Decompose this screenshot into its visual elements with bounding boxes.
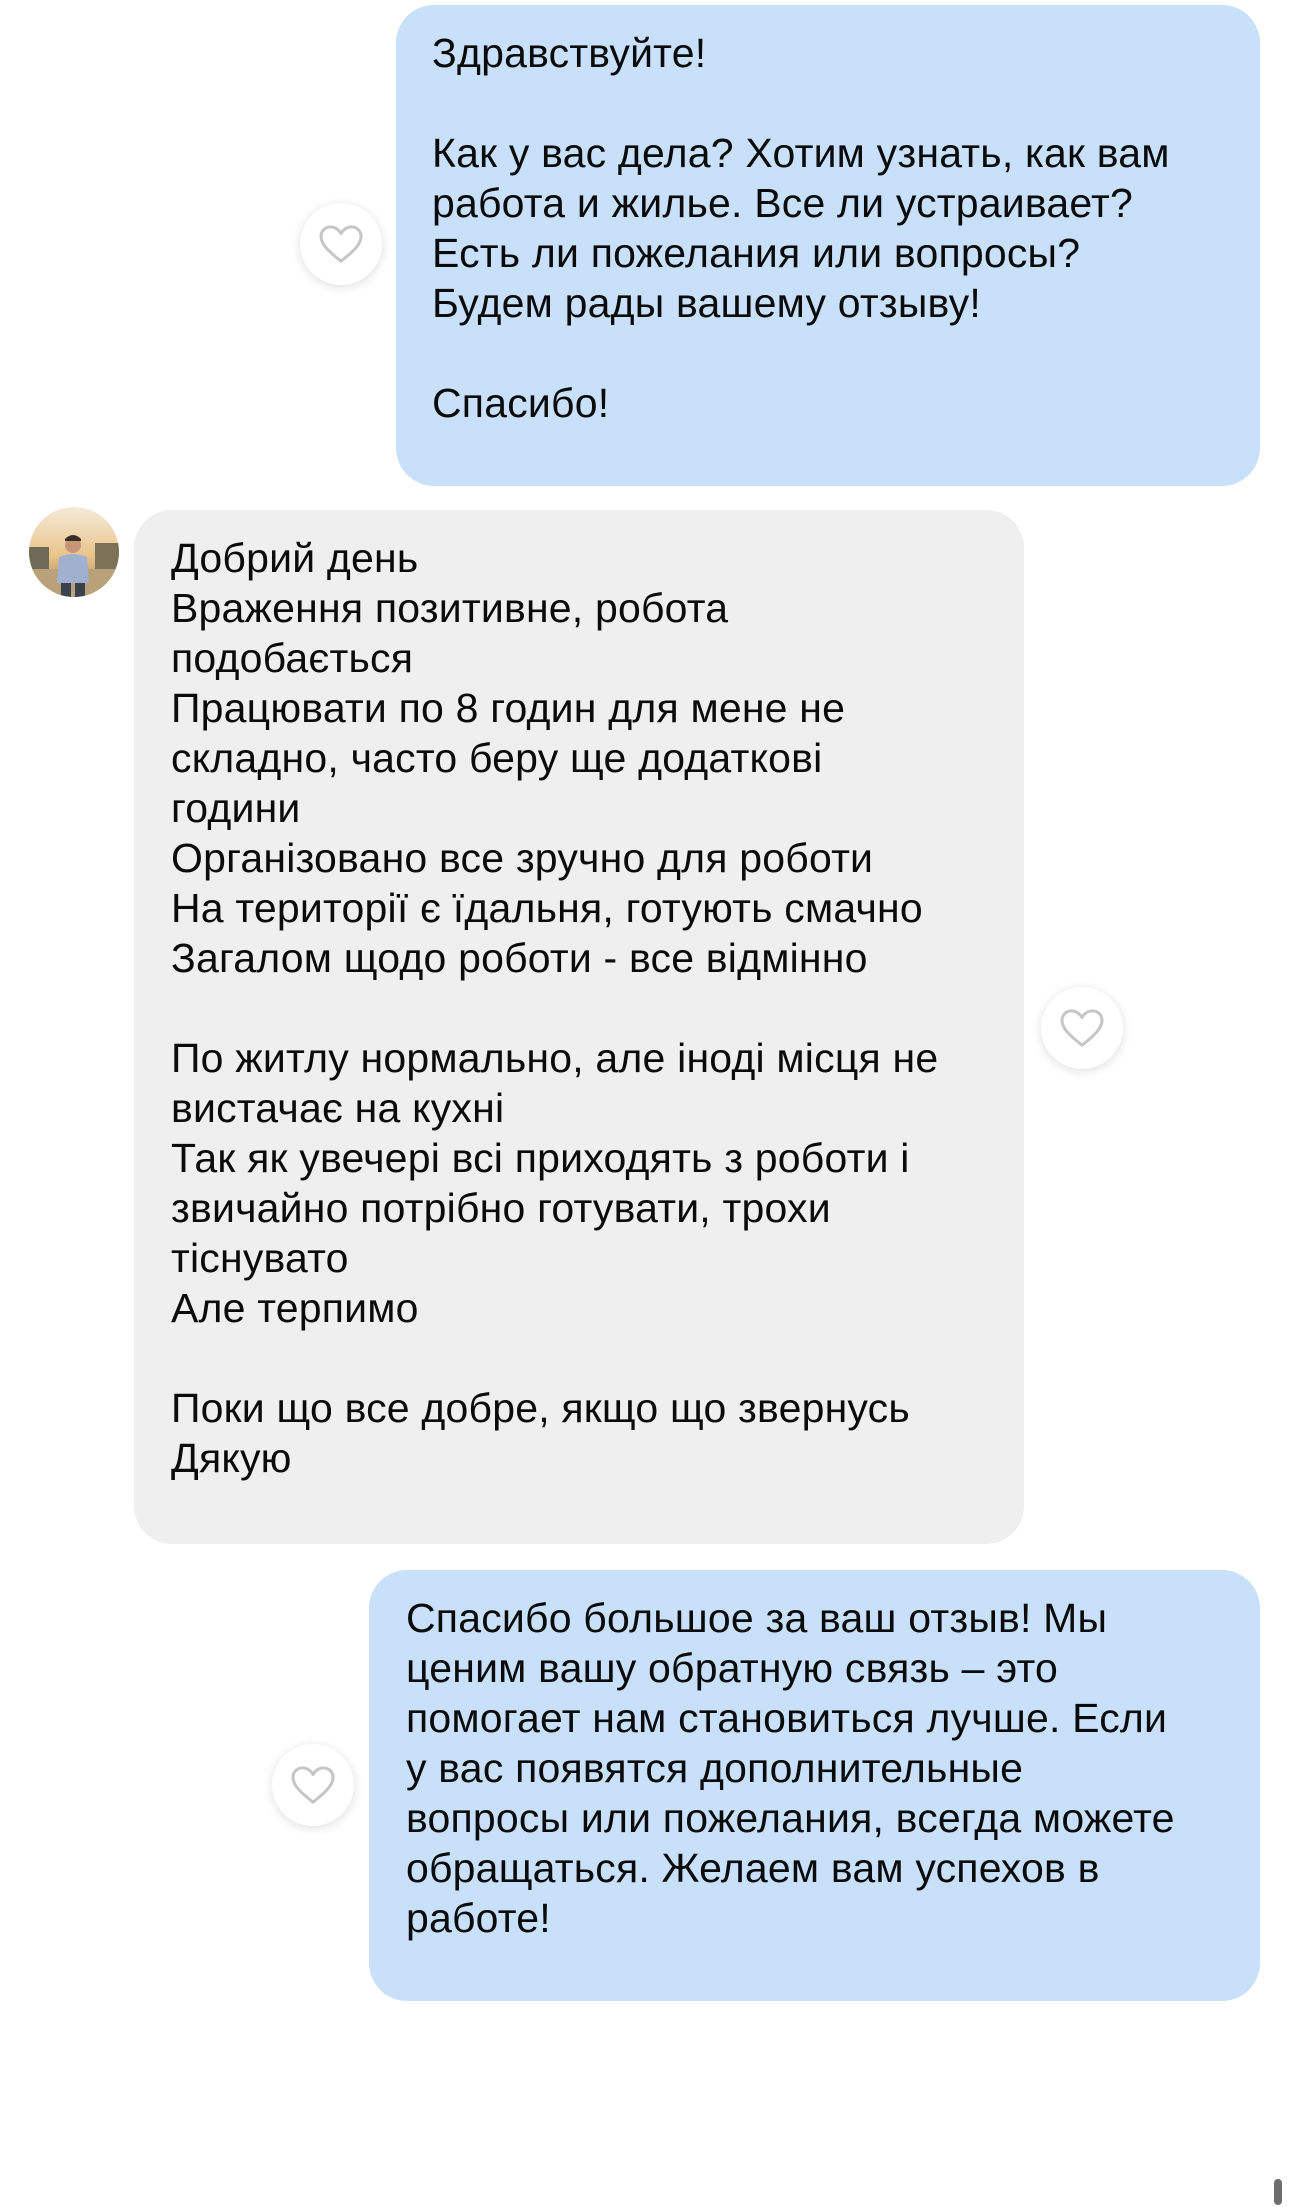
avatar[interactable]: [29, 507, 119, 597]
user-avatar-photo: [29, 507, 119, 597]
like-button[interactable]: [300, 203, 382, 285]
heart-outline-icon: [291, 1766, 335, 1804]
like-button[interactable]: [272, 1744, 354, 1826]
outgoing-message[interactable]: Здравствуйте! Как у вас дела? Хотим узна…: [396, 5, 1260, 486]
like-button[interactable]: [1041, 987, 1123, 1069]
incoming-message[interactable]: Добрий день Враження позитивне, робота п…: [134, 510, 1024, 1544]
outgoing-message[interactable]: Спасибо большое за ваш отзыв! Мы ценим в…: [369, 1570, 1260, 2001]
heart-outline-icon: [1060, 1009, 1104, 1047]
scrollbar-thumb[interactable]: [1274, 2179, 1282, 2205]
heart-outline-icon: [319, 225, 363, 263]
